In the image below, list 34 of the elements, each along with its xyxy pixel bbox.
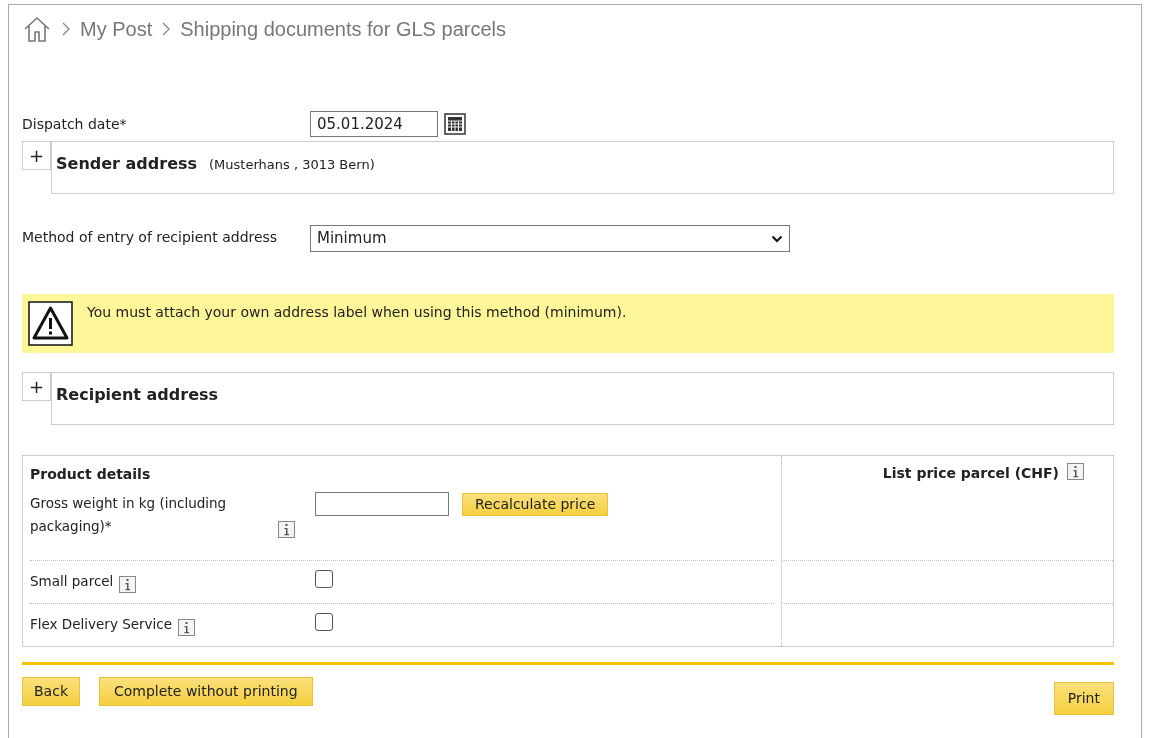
calendar-icon[interactable] — [444, 113, 466, 135]
complete-button[interactable]: Complete without printing — [99, 677, 313, 706]
breadcrumb-link[interactable]: My Post — [80, 14, 153, 44]
panel-title: Recipient address — [56, 384, 219, 406]
home-icon[interactable] — [22, 14, 52, 44]
expand-button[interactable]: + — [22, 141, 51, 170]
date-field[interactable]: 05.01.2024 — [310, 111, 438, 137]
field-label: Small parcel — [30, 572, 114, 591]
field-label: Dispatch date* — [22, 114, 128, 134]
panel-title: Sender address — [56, 153, 198, 175]
column-heading: List price parcel (CHF) — [882, 464, 1059, 483]
caret-icon — [771, 234, 783, 243]
info-icon[interactable] — [119, 576, 137, 593]
expand-button[interactable]: + — [22, 372, 51, 401]
checkbox[interactable] — [315, 570, 333, 588]
info-icon[interactable] — [178, 619, 196, 636]
panel-summary: (Musterhans , 3013 Bern) — [209, 156, 375, 174]
chevron-icon — [162, 22, 171, 36]
print-button[interactable]: Print — [1053, 682, 1114, 715]
warning-text: You must attach your own address label when using this method (minimum). — [87, 303, 627, 322]
weight-field[interactable] — [315, 492, 449, 516]
breadcrumb-link[interactable]: Shipping documents for GLS parcels — [180, 14, 506, 44]
warning-icon — [28, 301, 73, 346]
chevron-icon — [62, 22, 70, 36]
method-select[interactable]: Minimum — [310, 225, 790, 252]
back-button[interactable]: Back — [22, 677, 80, 706]
field-label: Method of entry of recipient address — [22, 228, 279, 247]
field-label: Flex Delivery Service — [30, 615, 173, 634]
info-icon[interactable] — [1067, 463, 1084, 480]
recalculate-button[interactable]: Recalculate price — [462, 492, 609, 516]
checkbox[interactable] — [315, 613, 333, 631]
info-icon[interactable] — [278, 521, 295, 538]
field-label: Gross weight in kg (including packaging)* — [30, 494, 228, 536]
section-title: Product details — [30, 465, 152, 484]
